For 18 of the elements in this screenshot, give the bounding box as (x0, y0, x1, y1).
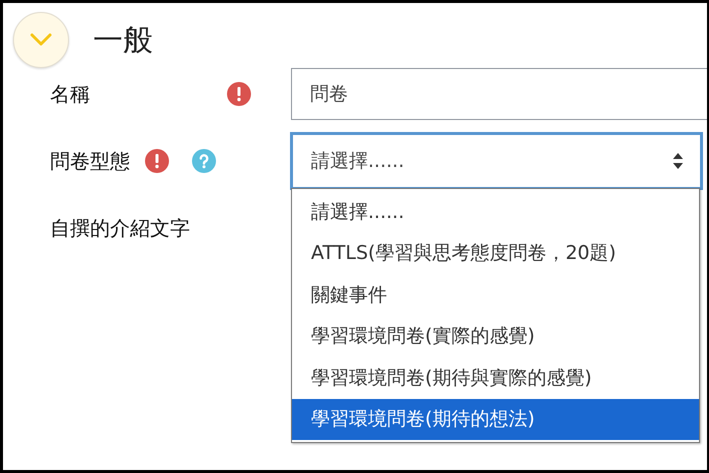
dropdown-option[interactable]: 學習環境問卷(期待的想法) (292, 398, 699, 440)
field-label: 名稱 (50, 80, 91, 108)
chevron-down-icon (30, 33, 52, 47)
dropdown-option[interactable]: 學習環境問卷(期待與實際的感覺) (292, 357, 699, 398)
section-title: 一般 (93, 22, 153, 60)
sort-arrows-icon (672, 152, 684, 170)
dropdown-option[interactable]: 請選擇...... (292, 191, 699, 232)
dropdown-option[interactable]: 學習環境問卷(實際的感覺) (292, 316, 699, 357)
name-field[interactable]: 問卷 (291, 68, 707, 120)
dropdown-option[interactable]: 關鍵事件 (292, 274, 699, 316)
help-icon[interactable] (192, 149, 216, 173)
dropdown-option[interactable]: ATTLS(學習與思考態度問卷，20題) (292, 232, 699, 274)
required-icon (145, 149, 169, 173)
collapse-toggle[interactable] (13, 12, 69, 68)
required-icon (227, 82, 251, 106)
field-label: 自撰的介紹文字 (50, 214, 190, 242)
type-select[interactable]: 請選擇...... (290, 132, 703, 190)
field-label: 問卷型態 (50, 148, 131, 174)
